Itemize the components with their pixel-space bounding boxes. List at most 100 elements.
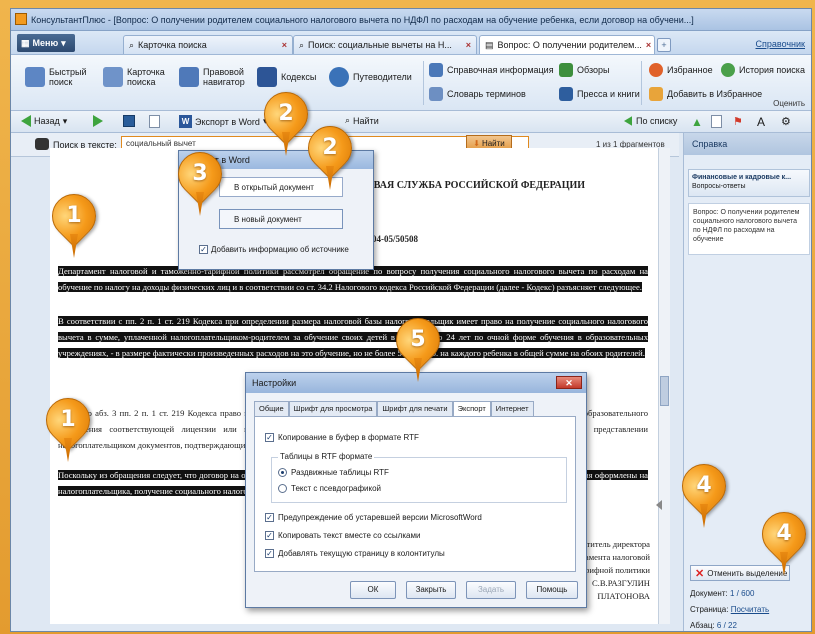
tab-export[interactable]: Экспорт	[452, 401, 491, 417]
window-title: КонсультантПлюс - [Вопрос: О получении р…	[31, 14, 694, 25]
collapse-arrow-icon[interactable]	[656, 500, 662, 510]
navigator-icon	[179, 67, 199, 88]
font-size-icon: A	[757, 115, 766, 129]
quick-search-button[interactable]: Быстрый поиск	[25, 67, 87, 88]
close-button[interactable]: ✕	[556, 376, 582, 389]
checkbox-icon: ✓	[265, 433, 274, 442]
tab-general[interactable]: Общие	[254, 401, 289, 416]
legal-navigator-button[interactable]: Правовой навигатор	[179, 67, 245, 88]
callout-marker: 3	[168, 142, 232, 218]
history-button[interactable]: История поиска	[721, 63, 811, 77]
guides-button[interactable]: Путеводители	[329, 67, 412, 87]
title-bar: КонсультантПлюс - [Вопрос: О получении р…	[11, 9, 811, 31]
radio-label: Текст с псевдографикой	[291, 484, 382, 493]
app-icon	[15, 13, 27, 25]
reviews-button[interactable]: Обзоры	[559, 63, 609, 77]
add-favorites-button[interactable]: Добавить в Избранное	[649, 87, 762, 101]
tab-print-font[interactable]: Шрифт для печати	[377, 401, 453, 416]
add-page-checkbox[interactable]: ✓ Добавлять текущую страницу в колонтиту…	[265, 549, 445, 558]
reference-info-button[interactable]: Справочная информация	[429, 63, 554, 77]
top-right-link[interactable]: Справочник	[756, 39, 806, 49]
doc-stat: Документ: 1 / 600	[690, 589, 754, 598]
find-toolbar-button[interactable]: ⌕ Найти	[345, 115, 379, 126]
menu-button[interactable]: ▦ Меню ▾	[17, 34, 75, 52]
close-dialog-button[interactable]: Закрыть	[406, 581, 456, 599]
tab-label: Поиск: социальные вычеты на Н...	[308, 40, 452, 50]
back-button[interactable]: Назад ▾	[21, 115, 67, 127]
close-icon[interactable]: ×	[282, 40, 287, 50]
sidebar-section-subtitle: Вопросы-ответы	[692, 183, 746, 190]
rtf-tables-radio[interactable]: Раздвижные таблицы RTF	[278, 468, 389, 477]
copy-rtf-checkbox[interactable]: ✓ Копирование в буфер в формате RTF	[265, 433, 419, 442]
binoculars-icon: ⌕	[345, 115, 351, 125]
tab-internet[interactable]: Интернет	[490, 401, 534, 416]
settings-tabs: Общие Шрифт для просмотра Шрифт для печа…	[254, 401, 534, 417]
codes-button[interactable]: Кодексы	[257, 67, 316, 87]
callout-number: 1	[60, 407, 76, 432]
tab-view-font[interactable]: Шрифт для просмотра	[288, 401, 378, 416]
tab-search-results[interactable]: ⌕ Поиск: социальные вычеты на Н... ×	[293, 35, 477, 54]
dictionary-icon	[429, 87, 443, 101]
close-icon: ✕	[695, 567, 705, 580]
vertical-scrollbar[interactable]	[656, 148, 670, 624]
dictionary-button[interactable]: Словарь терминов	[429, 87, 526, 101]
by-list-label: По списку	[636, 116, 678, 126]
font-size-button[interactable]: A	[757, 115, 765, 129]
tab-document[interactable]: ▤ Вопрос: О получении родителем... ×	[479, 35, 655, 54]
apply-button[interactable]: Задать	[466, 581, 516, 599]
ribbon-group-label: Оценить	[773, 99, 805, 108]
search-card-button[interactable]: Карточка поиска	[103, 67, 165, 88]
reference-icon	[429, 63, 443, 77]
help-button[interactable]: Помощь	[526, 581, 578, 599]
bookmark-icon: ⚑	[733, 116, 743, 128]
settings-button[interactable]: ⚙	[781, 115, 791, 128]
checkbox-label: Копировать текст вместе со ссылками	[278, 531, 421, 540]
note-button[interactable]	[711, 115, 722, 128]
export-word-button[interactable]: W Экспорт в Word ▾	[179, 115, 267, 128]
add-source-checkbox[interactable]: ✓ Добавить информацию об источнике	[199, 245, 349, 254]
press-label: Пресса и книги	[577, 88, 640, 99]
chevron-down-icon: ▾	[61, 37, 66, 48]
new-tab-button[interactable]: +	[657, 38, 671, 52]
print-button[interactable]	[149, 115, 160, 128]
export-new-document-option[interactable]: В новый документ	[219, 209, 343, 229]
search-icon: ⌕	[129, 39, 135, 50]
callout-number: 2	[322, 135, 338, 160]
page-stat: Страница: Посчитать	[690, 605, 769, 614]
document-icon	[149, 115, 160, 128]
copy-links-checkbox[interactable]: ✓ Копировать текст вместе со ссылками	[265, 531, 420, 540]
tab-search-card[interactable]: ⌕ Карточка поиска ×	[123, 35, 293, 54]
warn-word-checkbox[interactable]: ✓ Предупреждение об устаревшей версии Mi…	[265, 513, 482, 522]
callout-number: 4	[696, 473, 712, 498]
forward-button[interactable]	[93, 115, 103, 127]
pseudographic-radio[interactable]: Текст с псевдографикой	[278, 484, 381, 493]
bookmark-button[interactable]: ⚑	[733, 115, 743, 128]
checkbox-label: Копирование в буфер в формате RTF	[278, 433, 419, 442]
radio-icon	[278, 468, 287, 477]
callout-marker: 1	[36, 388, 100, 464]
book-icon	[257, 67, 277, 87]
dictionary-label: Словарь терминов	[447, 88, 526, 99]
callout-number: 5	[410, 327, 426, 352]
scrollbar-thumb[interactable]	[660, 376, 669, 406]
sidebar-section[interactable]: Финансовые и кадровые к... Вопросы-ответ…	[688, 169, 810, 197]
checkbox-label: Добавлять текущую страницу в колонтитулы	[278, 549, 445, 558]
favorites-button[interactable]: Избранное	[649, 63, 713, 77]
ok-button[interactable]: ОК	[350, 581, 396, 599]
pin-tip	[70, 234, 78, 258]
callout-number: 2	[278, 101, 294, 126]
up-button[interactable]: ▲	[691, 115, 703, 129]
close-icon[interactable]: ×	[466, 40, 471, 50]
tab-bar: ▦ Меню ▾ ⌕ Карточка поиска × ⌕ Поиск: со…	[11, 31, 811, 55]
page-stat-label: Страница:	[690, 605, 729, 614]
close-icon[interactable]: ×	[646, 40, 651, 50]
chevron-down-icon: ▾	[62, 115, 68, 126]
find-button-label: Найти	[481, 138, 505, 148]
pin-tip	[282, 132, 290, 156]
count-pages-link[interactable]: Посчитать	[731, 605, 769, 614]
word-icon: W	[179, 115, 192, 128]
add-favorites-label: Добавить в Избранное	[667, 88, 763, 99]
press-button[interactable]: Пресса и книги	[559, 87, 640, 101]
save-button[interactable]	[123, 115, 135, 127]
by-list-button[interactable]: По списку	[623, 115, 677, 127]
